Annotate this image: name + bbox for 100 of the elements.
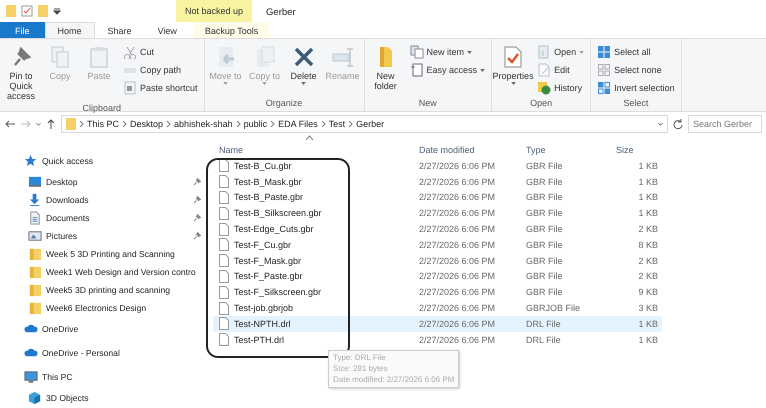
sidebar-item[interactable]: Week6 Electronics Design [46, 303, 201, 313]
dropdown-caret-icon[interactable] [658, 123, 663, 126]
customize-menu-icon[interactable] [53, 7, 61, 15]
file-row[interactable]: Test-F_Silkscreen.gbr 2/27/2026 6:06 PM GBR File 9 KB [213, 284, 662, 300]
file-row[interactable]: Test-F_Mask.gbr 2/27/2026 6:06 PM GBR File 2 KB [213, 252, 662, 269]
file-icon [219, 190, 229, 204]
ribbon-button[interactable]: Select all [597, 44, 675, 60]
ribbon-button[interactable]: Easy access [410, 62, 486, 78]
chevron-icon [270, 121, 276, 127]
recent-locations-icon[interactable] [36, 123, 41, 126]
shortcut-icon [123, 81, 137, 95]
size-cell-text: 9 KB [637, 287, 659, 298]
group-label: Organize [264, 98, 304, 110]
sidebar-item[interactable]: Documents [46, 213, 189, 223]
refresh-icon[interactable] [672, 118, 684, 130]
sidebar-item[interactable]: OneDrive - Personal [42, 348, 201, 358]
cube-icon [28, 391, 42, 405]
file-row[interactable]: Test-Edge_Cuts.gbr 2/27/2026 6:06 PM GBR File 2 KB [213, 221, 662, 237]
ribbon-button[interactable]: Select none [597, 62, 675, 78]
file-row[interactable]: Test-B_Paste.gbr 2/27/2026 6:06 PM GBR File 1 KB [213, 190, 662, 206]
file-name: Test-job.gbrjob [234, 303, 294, 314]
breadcrumb[interactable]: Desktop [130, 119, 164, 129]
ribbon-button[interactable]: Invert selection [597, 80, 675, 96]
ribbon-button[interactable]: Properties [495, 43, 532, 98]
sidebar-item[interactable]: Week1 Web Design and Version contro [46, 267, 201, 277]
ribbon-button[interactable]: History [537, 80, 584, 96]
column-header[interactable]: Date modified [413, 145, 520, 155]
column-header[interactable]: Name [213, 145, 413, 155]
breadcrumb[interactable]: EDA Files [278, 119, 318, 129]
sidebar-item[interactable]: Desktop [46, 177, 189, 187]
file-icon [219, 302, 229, 315]
size-cell-text: 1 KB [637, 208, 659, 218]
ribbon-tab[interactable]: File [0, 22, 45, 38]
history-icon [537, 81, 552, 95]
cut-icon [123, 45, 137, 59]
ribbon-button[interactable]: Delete [286, 43, 322, 98]
chevron-icon [166, 121, 172, 127]
file-row[interactable]: Test-B_Mask.gbr 2/27/2026 6:06 PM GBR File 1 KB [213, 174, 662, 190]
tooltip-line: Date modified: 2/27/2026 6:06 PM [333, 374, 454, 386]
type-cell-text: GBR File [525, 287, 564, 298]
search-field[interactable]: Search Gerber [688, 115, 762, 133]
size-cell-text: 1 KB [637, 192, 659, 202]
size-cell-text: 1 KB [637, 334, 659, 345]
file-row[interactable]: Test-B_Silkscreen.gbr 2/27/2026 6:06 PM GBR File 1 KB [213, 205, 662, 222]
file-name: Test-B_Mask.gbr [234, 176, 302, 187]
file-icon [219, 270, 229, 283]
ribbon-tab[interactable]: Backup Tools [194, 22, 270, 38]
up-icon[interactable] [45, 118, 57, 130]
file-name: Test-B_Paste.gbr [234, 192, 304, 202]
file-row[interactable]: Test-F_Cu.gbr 2/27/2026 6:06 PM GBR File 8 KB [213, 236, 662, 253]
breadcrumb[interactable]: public [244, 119, 268, 129]
size-cell-text: 1 KB [637, 160, 659, 171]
star-icon [24, 154, 38, 168]
file-name: Test-B_Silkscreen.gbr [234, 208, 322, 218]
ribbon-button[interactable]: New item [410, 44, 486, 60]
sidebar-item[interactable]: OneDrive [42, 324, 201, 334]
sidebar-item[interactable]: This PC [42, 372, 201, 382]
chevron-icon [79, 121, 84, 127]
sidebar-item[interactable]: Pictures [46, 231, 189, 241]
tooltip-line: Type: DRL File [333, 353, 387, 364]
date-cell-text: 2/27/2026 6:06 PM [418, 208, 496, 218]
column-header[interactable]: Size [610, 145, 662, 155]
back-icon[interactable] [4, 118, 16, 130]
properties-icon[interactable] [21, 5, 33, 17]
breadcrumb[interactable]: This PC [87, 119, 120, 129]
sidebar-item[interactable]: Week 5 3D Printing and Scanning [46, 249, 201, 259]
file-name: Test-F_Paste.gbr [234, 271, 303, 282]
ribbon-tab[interactable]: Home [44, 22, 95, 38]
ribbon-button[interactable]: New folder [368, 43, 404, 98]
type-cell-text: GBR File [525, 176, 564, 187]
sidebar-item[interactable]: Quick access [42, 156, 201, 166]
sidebar-item[interactable]: Week5 3D printing and scanning [46, 285, 201, 295]
file-icon [219, 159, 229, 172]
pictures-icon [28, 229, 42, 243]
address-bar[interactable]: This PC Desktop abhishek-shah public EDA Files Test Gerber [61, 115, 668, 133]
file-icon [219, 206, 229, 220]
sidebar-item[interactable]: Downloads [46, 195, 189, 205]
ribbon-button[interactable]: Pin to Quick access [3, 43, 39, 103]
open-icon [537, 45, 552, 59]
file-icon [219, 333, 229, 346]
breadcrumb[interactable]: abhishek-shah [174, 119, 233, 129]
date-cell-text: 2/27/2026 6:06 PM [418, 240, 496, 250]
ribbon-tab[interactable]: View [144, 22, 190, 38]
date-cell-text: 2/27/2026 6:06 PM [418, 287, 496, 298]
file-row[interactable]: Test-job.gbrjob 2/27/2026 6:06 PM GBRJOB File 3 KB [213, 300, 662, 316]
size-cell-text: 1 KB [637, 176, 659, 187]
group-label: New [418, 98, 438, 110]
date-cell-text: 2/27/2026 6:06 PM [418, 160, 496, 171]
sidebar-item[interactable]: 3D Objects [46, 393, 201, 403]
file-name: Test-Edge_Cuts.gbr [234, 224, 314, 234]
breadcrumb[interactable]: Gerber [356, 119, 384, 129]
ribbon-tab[interactable]: Share [94, 22, 145, 38]
column-header[interactable]: Type [520, 145, 610, 155]
file-row[interactable]: Test-NPTH.drl 2/27/2026 6:06 PM DRL File 1 KB [213, 316, 662, 332]
file-row[interactable]: Test-F_Paste.gbr 2/27/2026 6:06 PM GBR File 2 KB [213, 268, 662, 284]
size-cell-text: 1 KB [637, 318, 659, 329]
breadcrumb[interactable]: Test [328, 119, 346, 129]
file-row[interactable]: Test-B_Cu.gbr 2/27/2026 6:06 PM GBR File 1 KB [213, 158, 662, 174]
group-label: Open [529, 98, 554, 110]
file-row[interactable]: Test-PTH.drl 2/27/2026 6:06 PM DRL File 1 KB [213, 332, 662, 348]
